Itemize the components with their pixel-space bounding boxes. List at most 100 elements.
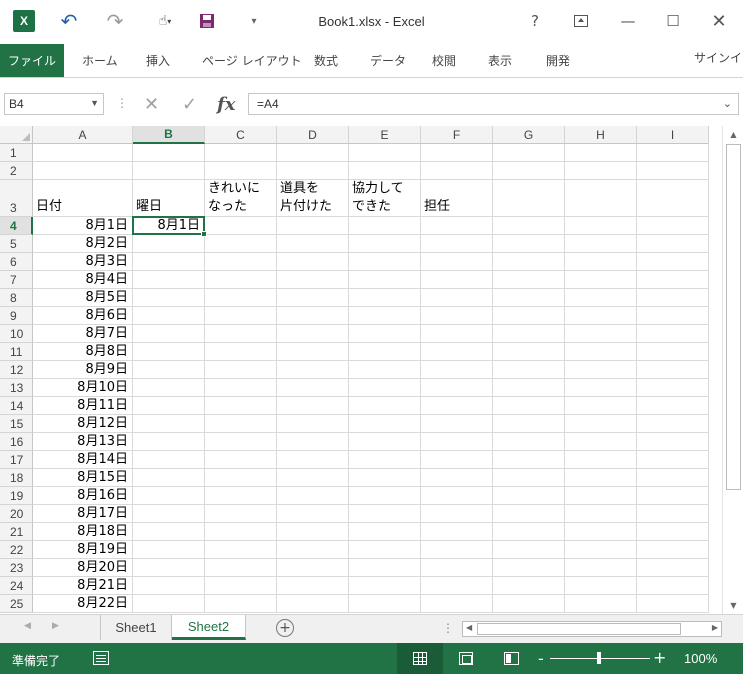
cell-f18[interactable] xyxy=(421,469,493,487)
cell-g12[interactable] xyxy=(493,361,565,379)
save-icon[interactable] xyxy=(197,10,217,32)
cell-g9[interactable] xyxy=(493,307,565,325)
cell-h21[interactable] xyxy=(565,523,637,541)
zoom-level[interactable]: 100% xyxy=(684,651,717,666)
cell-i7[interactable] xyxy=(637,271,709,289)
cell-a8[interactable]: 8月5日 xyxy=(33,289,133,307)
cell-a11[interactable]: 8月8日 xyxy=(33,343,133,361)
cell-a13[interactable]: 8月10日 xyxy=(33,379,133,397)
cell-e13[interactable] xyxy=(349,379,421,397)
scroll-left-icon[interactable]: ◀ xyxy=(466,623,472,632)
cell-i20[interactable] xyxy=(637,505,709,523)
page-break-preview-button[interactable] xyxy=(488,643,534,674)
cell-b21[interactable] xyxy=(133,523,205,541)
cell-b2[interactable] xyxy=(133,162,205,180)
cell-e8[interactable] xyxy=(349,289,421,307)
cell-e5[interactable] xyxy=(349,235,421,253)
cell-i1[interactable] xyxy=(637,144,709,162)
cell-f25[interactable] xyxy=(421,595,493,613)
cell-c5[interactable] xyxy=(205,235,277,253)
cell-b7[interactable] xyxy=(133,271,205,289)
cell-d10[interactable] xyxy=(277,325,349,343)
cell-f22[interactable] xyxy=(421,541,493,559)
row-header-5[interactable]: 5 xyxy=(0,235,33,253)
tab-view[interactable]: 表示 xyxy=(488,52,512,69)
cell-e23[interactable] xyxy=(349,559,421,577)
cell-c1[interactable] xyxy=(205,144,277,162)
cell-e24[interactable] xyxy=(349,577,421,595)
row-header-21[interactable]: 21 xyxy=(0,523,33,541)
cell-f10[interactable] xyxy=(421,325,493,343)
formula-input[interactable]: =A4 ⌄ xyxy=(248,93,739,115)
cell-c23[interactable] xyxy=(205,559,277,577)
cell-g1[interactable] xyxy=(493,144,565,162)
sign-in-link[interactable]: サインイン xyxy=(694,49,743,66)
cell-f13[interactable] xyxy=(421,379,493,397)
cell-h10[interactable] xyxy=(565,325,637,343)
tab-data[interactable]: データ xyxy=(370,52,406,69)
cell-e12[interactable] xyxy=(349,361,421,379)
cell-g19[interactable] xyxy=(493,487,565,505)
cell-h16[interactable] xyxy=(565,433,637,451)
column-header-h[interactable]: H xyxy=(565,126,637,144)
cell-e14[interactable] xyxy=(349,397,421,415)
cell-d6[interactable] xyxy=(277,253,349,271)
cell-a1[interactable] xyxy=(33,144,133,162)
cell-b22[interactable] xyxy=(133,541,205,559)
ribbon-display-options-icon[interactable] xyxy=(566,8,596,34)
cell-h4[interactable] xyxy=(565,217,637,235)
cell-g4[interactable] xyxy=(493,217,565,235)
cell-a14[interactable]: 8月11日 xyxy=(33,397,133,415)
cell-e9[interactable] xyxy=(349,307,421,325)
cell-b25[interactable] xyxy=(133,595,205,613)
cell-f21[interactable] xyxy=(421,523,493,541)
cell-f1[interactable] xyxy=(421,144,493,162)
cell-c9[interactable] xyxy=(205,307,277,325)
cell-c11[interactable] xyxy=(205,343,277,361)
cell-a21[interactable]: 8月18日 xyxy=(33,523,133,541)
cell-f19[interactable] xyxy=(421,487,493,505)
row-header-8[interactable]: 8 xyxy=(0,289,33,307)
cell-a4[interactable]: 8月1日 xyxy=(33,217,133,235)
cell-h14[interactable] xyxy=(565,397,637,415)
cell-d3[interactable]: 道具を 片付けた xyxy=(277,180,349,217)
cell-d21[interactable] xyxy=(277,523,349,541)
cell-f2[interactable] xyxy=(421,162,493,180)
cell-c4[interactable] xyxy=(205,217,277,235)
cell-f17[interactable] xyxy=(421,451,493,469)
cell-a22[interactable]: 8月19日 xyxy=(33,541,133,559)
cell-i6[interactable] xyxy=(637,253,709,271)
cell-b6[interactable] xyxy=(133,253,205,271)
cell-e10[interactable] xyxy=(349,325,421,343)
maximize-icon[interactable]: ☐ xyxy=(658,8,688,34)
column-header-e[interactable]: E xyxy=(349,126,421,144)
cell-e16[interactable] xyxy=(349,433,421,451)
redo-icon[interactable]: ↷ xyxy=(104,9,126,33)
row-header-12[interactable]: 12 xyxy=(0,361,33,379)
cell-h2[interactable] xyxy=(565,162,637,180)
cell-i14[interactable] xyxy=(637,397,709,415)
row-header-23[interactable]: 23 xyxy=(0,559,33,577)
cell-c16[interactable] xyxy=(205,433,277,451)
cell-f3[interactable]: 担任 xyxy=(421,180,493,217)
cell-d12[interactable] xyxy=(277,361,349,379)
cell-f4[interactable] xyxy=(421,217,493,235)
cell-a12[interactable]: 8月9日 xyxy=(33,361,133,379)
cell-i13[interactable] xyxy=(637,379,709,397)
cell-f23[interactable] xyxy=(421,559,493,577)
cell-d7[interactable] xyxy=(277,271,349,289)
cell-a6[interactable]: 8月3日 xyxy=(33,253,133,271)
cell-a24[interactable]: 8月21日 xyxy=(33,577,133,595)
tab-insert[interactable]: 挿入 xyxy=(146,52,170,69)
cell-e17[interactable] xyxy=(349,451,421,469)
cell-h12[interactable] xyxy=(565,361,637,379)
row-header-24[interactable]: 24 xyxy=(0,577,33,595)
cell-a25[interactable]: 8月22日 xyxy=(33,595,133,613)
cell-a7[interactable]: 8月4日 xyxy=(33,271,133,289)
cell-g14[interactable] xyxy=(493,397,565,415)
cell-e11[interactable] xyxy=(349,343,421,361)
cell-d15[interactable] xyxy=(277,415,349,433)
cell-d14[interactable] xyxy=(277,397,349,415)
cell-b17[interactable] xyxy=(133,451,205,469)
cell-h20[interactable] xyxy=(565,505,637,523)
